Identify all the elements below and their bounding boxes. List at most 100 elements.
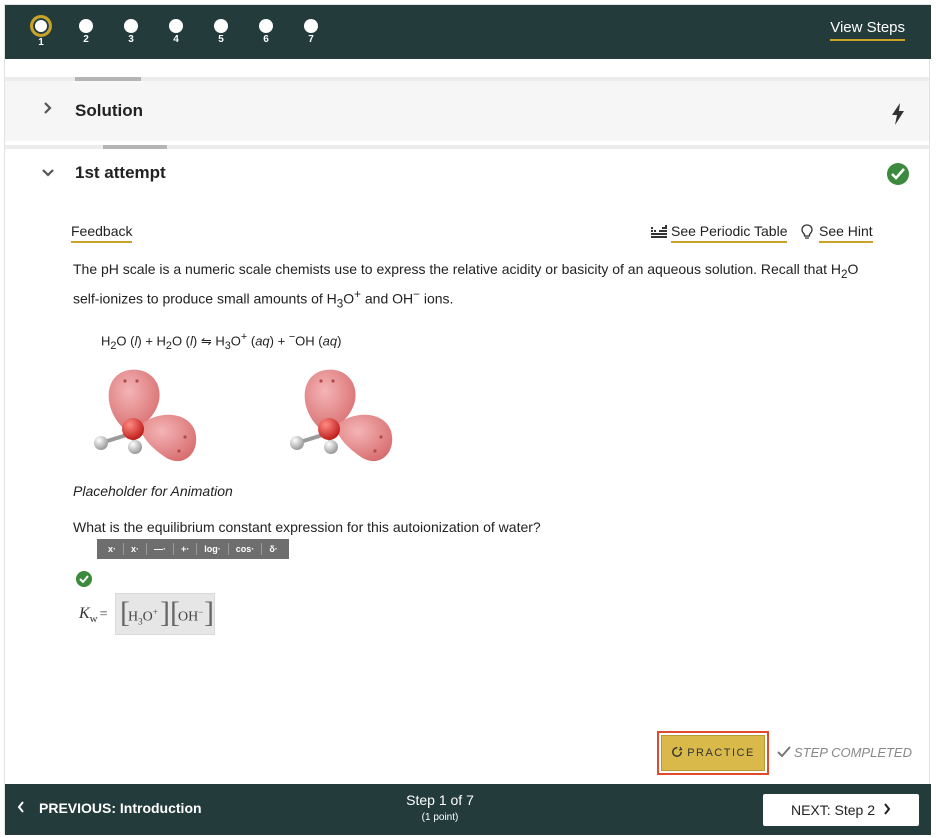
animation-caption: Placeholder for Animation xyxy=(73,483,233,499)
eq-text: O xyxy=(230,333,241,349)
ion-text: OH xyxy=(178,609,199,625)
math-toolbar: x· x· —· +· log· cos· δ· xyxy=(97,539,289,559)
greek-button[interactable]: δ· xyxy=(262,543,284,555)
para-text: ions. xyxy=(419,290,454,307)
kw-equals: = xyxy=(99,607,108,622)
next-button[interactable]: NEXT: Step 2 xyxy=(763,794,919,826)
step-dot xyxy=(259,19,273,33)
previous-button[interactable]: PREVIOUS: Introduction xyxy=(17,800,202,816)
bottom-navigation: PREVIOUS: Introduction Step 1 of 7 (1 po… xyxy=(5,784,931,835)
kw-symbol: K xyxy=(79,605,90,622)
ion-sup: + xyxy=(152,607,158,617)
eq-text: ( xyxy=(247,333,256,349)
intro-paragraph: The pH scale is a numeric scale chemists… xyxy=(73,259,873,314)
step-dot xyxy=(30,15,52,37)
feedback-link[interactable]: Feedback xyxy=(71,223,133,243)
step-number: 1 xyxy=(38,37,44,48)
kw-subscript: w xyxy=(89,613,98,626)
eq-text: O ( xyxy=(116,333,135,349)
step-completed-label: STEP COMPLETED xyxy=(794,745,912,760)
subscript-button[interactable]: x· xyxy=(124,543,148,555)
chevron-down-icon[interactable] xyxy=(41,165,55,183)
step-6[interactable]: 6 xyxy=(254,15,278,45)
section-divider xyxy=(75,77,141,81)
bracket-close: ] xyxy=(204,596,214,629)
para-superscript: − xyxy=(413,287,420,301)
hydroxide-ion: OH− xyxy=(178,607,203,626)
water-molecule-image xyxy=(283,361,395,478)
water-molecule-image xyxy=(87,361,199,478)
step-dot xyxy=(214,19,228,33)
para-text: The pH scale is a numeric scale chemists… xyxy=(73,261,842,277)
operators-button[interactable]: +· xyxy=(174,543,198,555)
superscript-button[interactable]: x· xyxy=(101,543,125,555)
step-dot xyxy=(169,19,183,33)
practice-button[interactable]: PRACTICE xyxy=(661,735,765,771)
chevron-right-icon[interactable] xyxy=(43,101,53,120)
fraction-button[interactable]: —· xyxy=(147,543,175,555)
periodic-table-icon xyxy=(651,224,667,242)
next-label: NEXT: Step 2 xyxy=(790,802,876,818)
eq-text: ) ⇋ H xyxy=(192,333,225,349)
periodic-table-link[interactable]: See Periodic Table xyxy=(651,223,788,243)
step-7[interactable]: 7 xyxy=(299,15,323,45)
question-text: What is the equilibrium constant express… xyxy=(73,519,541,535)
answer-input[interactable]: [ H3O+ ] [ OH− ] xyxy=(115,593,215,635)
trig-button[interactable]: cos· xyxy=(229,543,263,555)
step-completed-status: STEP COMPLETED xyxy=(777,745,912,760)
step-points: (1 point) xyxy=(421,812,459,823)
step-number: 5 xyxy=(218,34,224,45)
step-indicator: Step 1 of 7 (1 point) xyxy=(335,792,545,823)
autoionization-equation: H2O (l) + H2O (l) ⇋ H3O+ (aq) + −OH (aq) xyxy=(101,331,341,352)
step-number: 2 xyxy=(83,34,89,45)
checkmark-icon xyxy=(777,745,791,760)
chevron-right-icon xyxy=(883,802,891,818)
lightning-icon[interactable] xyxy=(891,103,905,130)
eq-text: ) + xyxy=(269,333,289,349)
step-dot xyxy=(304,19,318,33)
step-progress-bar: 1 2 3 4 5 6 7 View Steps xyxy=(5,5,931,59)
kw-label: Kw = xyxy=(79,605,108,625)
ion-sup: − xyxy=(198,607,204,617)
para-text: self-ionizes to produce small amounts of… xyxy=(73,290,337,307)
solution-title: Solution xyxy=(75,101,143,120)
step-number: 6 xyxy=(263,34,269,45)
step-1[interactable]: 1 xyxy=(29,15,53,48)
step-dot xyxy=(124,19,138,33)
attempt-correct-icon xyxy=(887,163,909,185)
refresh-icon xyxy=(671,746,683,761)
see-hint-label: See Hint xyxy=(819,223,873,243)
eq-text: ) + H xyxy=(137,333,166,349)
para-text: O xyxy=(343,290,355,307)
step-number: 3 xyxy=(128,34,134,45)
eq-text: ) xyxy=(337,333,342,349)
step-2[interactable]: 2 xyxy=(74,15,98,45)
view-steps-link[interactable]: View Steps xyxy=(830,19,905,41)
chevron-left-icon xyxy=(17,800,25,816)
see-hint-link[interactable]: See Hint xyxy=(801,223,873,243)
section-divider-accent xyxy=(103,145,167,149)
para-text: and OH xyxy=(360,290,414,307)
step-4[interactable]: 4 xyxy=(164,15,188,45)
para-superscript: + xyxy=(354,287,361,301)
periodic-table-label: See Periodic Table xyxy=(671,223,788,243)
practice-label: PRACTICE xyxy=(687,747,755,759)
eq-text: H xyxy=(101,333,111,349)
attempt-title: 1st attempt xyxy=(75,163,166,182)
eq-state: aq xyxy=(322,333,338,349)
section-divider xyxy=(5,145,929,149)
bracket-close: ] xyxy=(160,596,170,629)
hydronium-ion: H3O+ xyxy=(128,607,158,626)
eq-state: aq xyxy=(255,333,270,349)
step-number: 7 xyxy=(308,34,314,45)
step-3[interactable]: 3 xyxy=(119,15,143,45)
step-number: 4 xyxy=(173,34,179,45)
ion-text: O xyxy=(142,609,153,625)
log-button[interactable]: log· xyxy=(197,543,229,555)
answer-correct-icon xyxy=(76,571,92,587)
solution-section[interactable]: Solution xyxy=(5,77,929,141)
lightbulb-icon xyxy=(801,223,813,243)
ion-text: H xyxy=(128,609,139,625)
step-5[interactable]: 5 xyxy=(209,15,233,45)
eq-text: O ( xyxy=(171,333,191,349)
